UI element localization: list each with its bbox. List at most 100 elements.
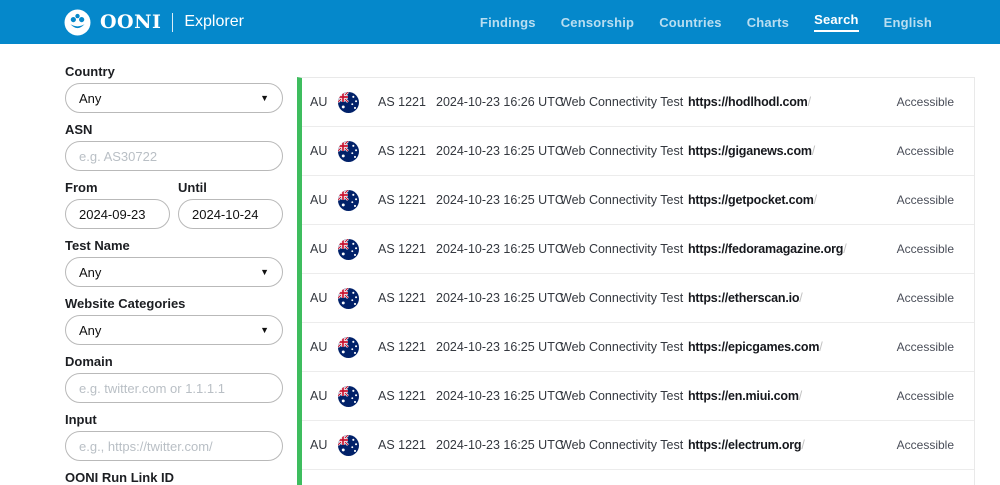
test-name: Web Connectivity Test [560, 438, 688, 452]
country-code: AU [310, 340, 338, 354]
measurement-row[interactable]: AU AS 1221 2024-10-23 16:25 UTC Web Con [302, 372, 974, 421]
url-trailing-slash: / [799, 291, 802, 305]
asn-label: ASN [65, 122, 283, 137]
country-code: AU [310, 389, 338, 403]
measurement-results-list: AU AS 1221 2024-10-23 16:26 UTC Web Con [297, 77, 975, 485]
test-name-select[interactable]: Any ▼ [65, 257, 283, 287]
measurement-date: 2024-10-23 16:25 UTC [436, 340, 560, 354]
country-select-value: Any [79, 91, 101, 106]
country-select[interactable]: Any ▼ [65, 83, 283, 113]
status-label: Accessible [876, 389, 954, 403]
measurement-row[interactable]: AU AS 1221 2024-10-23 16:25 UTC Web Con [302, 176, 974, 225]
chevron-down-icon: ▼ [260, 267, 269, 277]
language-selector[interactable]: English [884, 15, 932, 30]
measurement-url: https://electrum.org/ [688, 438, 876, 452]
measurement-url: https://etherscan.io/ [688, 291, 876, 305]
url-text: https://getpocket.com [688, 193, 814, 207]
measurement-date: 2024-10-23 16:25 UTC [436, 438, 560, 452]
asn-value: AS 1221 [378, 193, 436, 207]
brand-divider [172, 13, 173, 32]
asn-value: AS 1221 [378, 144, 436, 158]
measurement-date: 2024-10-23 16:25 UTC [436, 144, 560, 158]
url-text: https://hodlhodl.com [688, 95, 808, 109]
chevron-down-icon: ▼ [260, 93, 269, 103]
brand-name: OONI [100, 11, 161, 33]
website-categories-label: Website Categories [65, 296, 283, 311]
nav-item-censorship[interactable]: Censorship [561, 15, 635, 30]
url-trailing-slash: / [814, 193, 817, 207]
until-date-input[interactable] [178, 199, 283, 229]
status-label: Accessible [876, 95, 954, 109]
url-text: https://etherscan.io [688, 291, 799, 305]
measurement-url: https://epicgames.com/ [688, 340, 876, 354]
asn-value: AS 1221 [378, 242, 436, 256]
test-name-select-value: Any [79, 265, 101, 280]
domain-input[interactable] [65, 373, 283, 403]
nav-item-search[interactable]: Search [814, 12, 859, 32]
filter-domain: Domain [65, 354, 283, 403]
country-code: AU [310, 438, 338, 452]
status-label: Accessible [876, 144, 954, 158]
filter-website-categories: Website Categories Any ▼ [65, 296, 283, 345]
australia-flag-icon [338, 239, 378, 260]
filter-sidebar: Country Any ▼ ASN From Until Test Name A… [65, 64, 283, 485]
measurement-url: https://giganews.com/ [688, 144, 876, 158]
asn-value: AS 1221 [378, 389, 436, 403]
filter-test-name: Test Name Any ▼ [65, 238, 283, 287]
nav-links: Findings Censorship Countries Charts Sea… [480, 12, 932, 32]
asn-value: AS 1221 [378, 438, 436, 452]
filter-input: Input [65, 412, 283, 461]
asn-value: AS 1221 [378, 340, 436, 354]
url-trailing-slash: / [843, 242, 846, 256]
test-name: Web Connectivity Test [560, 389, 688, 403]
measurement-row[interactable]: AU AS 1221 2024-10-23 16:25 UTC Web Con [302, 225, 974, 274]
measurement-date: 2024-10-23 16:25 UTC [436, 242, 560, 256]
australia-flag-icon [338, 190, 378, 211]
asn-value: AS 1221 [378, 291, 436, 305]
nav-item-countries[interactable]: Countries [659, 15, 721, 30]
from-date-input[interactable] [65, 199, 170, 229]
url-trailing-slash: / [812, 144, 815, 158]
filter-from: From [65, 180, 170, 229]
input-label: Input [65, 412, 283, 427]
url-text: https://en.miui.com [688, 389, 799, 403]
from-label: From [65, 180, 170, 195]
url-text: https://fedoramagazine.org [688, 242, 843, 256]
test-name: Web Connectivity Test [560, 95, 688, 109]
measurement-date: 2024-10-23 16:25 UTC [436, 389, 560, 403]
measurement-row[interactable]: AU AS 1221 2024-10-23 16:26 UTC Web Con [302, 78, 974, 127]
status-label: Accessible [876, 438, 954, 452]
url-text: https://electrum.org [688, 438, 801, 452]
measurement-row[interactable]: AU AS 1221 2024-10-23 16:25 UTC Web Con [302, 274, 974, 323]
until-label: Until [178, 180, 283, 195]
asn-input[interactable] [65, 141, 283, 171]
test-name: Web Connectivity Test [560, 193, 688, 207]
country-code: AU [310, 193, 338, 207]
input-url-input[interactable] [65, 431, 283, 461]
nav-item-charts[interactable]: Charts [747, 15, 789, 30]
measurement-row[interactable]: AU AS 1221 2024-10-23 16:25 UTC Web Con [302, 127, 974, 176]
measurement-row[interactable]: AU AS 1221 2024-10-23 16:25 UTC Web Con [302, 323, 974, 372]
brand-product: Explorer [184, 13, 244, 31]
measurement-row[interactable]: AU AS 1221 2024-10-23 16:25 UTC Web Con [302, 421, 974, 470]
measurement-date: 2024-10-23 16:25 UTC [436, 291, 560, 305]
measurement-url: https://en.miui.com/ [688, 389, 876, 403]
filter-ooni-run-link-id: OONI Run Link ID [65, 470, 283, 485]
status-label: Accessible [876, 340, 954, 354]
measurement-date: 2024-10-23 16:25 UTC [436, 193, 560, 207]
asn-value: AS 1221 [378, 95, 436, 109]
brand[interactable]: OONI Explorer [64, 9, 244, 36]
country-label: Country [65, 64, 283, 79]
australia-flag-icon [338, 337, 378, 358]
website-categories-select[interactable]: Any ▼ [65, 315, 283, 345]
nav-item-findings[interactable]: Findings [480, 15, 536, 30]
test-name: Web Connectivity Test [560, 144, 688, 158]
website-categories-select-value: Any [79, 323, 101, 338]
status-label: Accessible [876, 193, 954, 207]
test-name: Web Connectivity Test [560, 291, 688, 305]
top-navbar: OONI Explorer Findings Censorship Countr… [0, 0, 1000, 44]
url-text: https://epicgames.com [688, 340, 819, 354]
australia-flag-icon [338, 288, 378, 309]
url-trailing-slash: / [808, 95, 811, 109]
measurement-date: 2024-10-23 16:26 UTC [436, 95, 560, 109]
